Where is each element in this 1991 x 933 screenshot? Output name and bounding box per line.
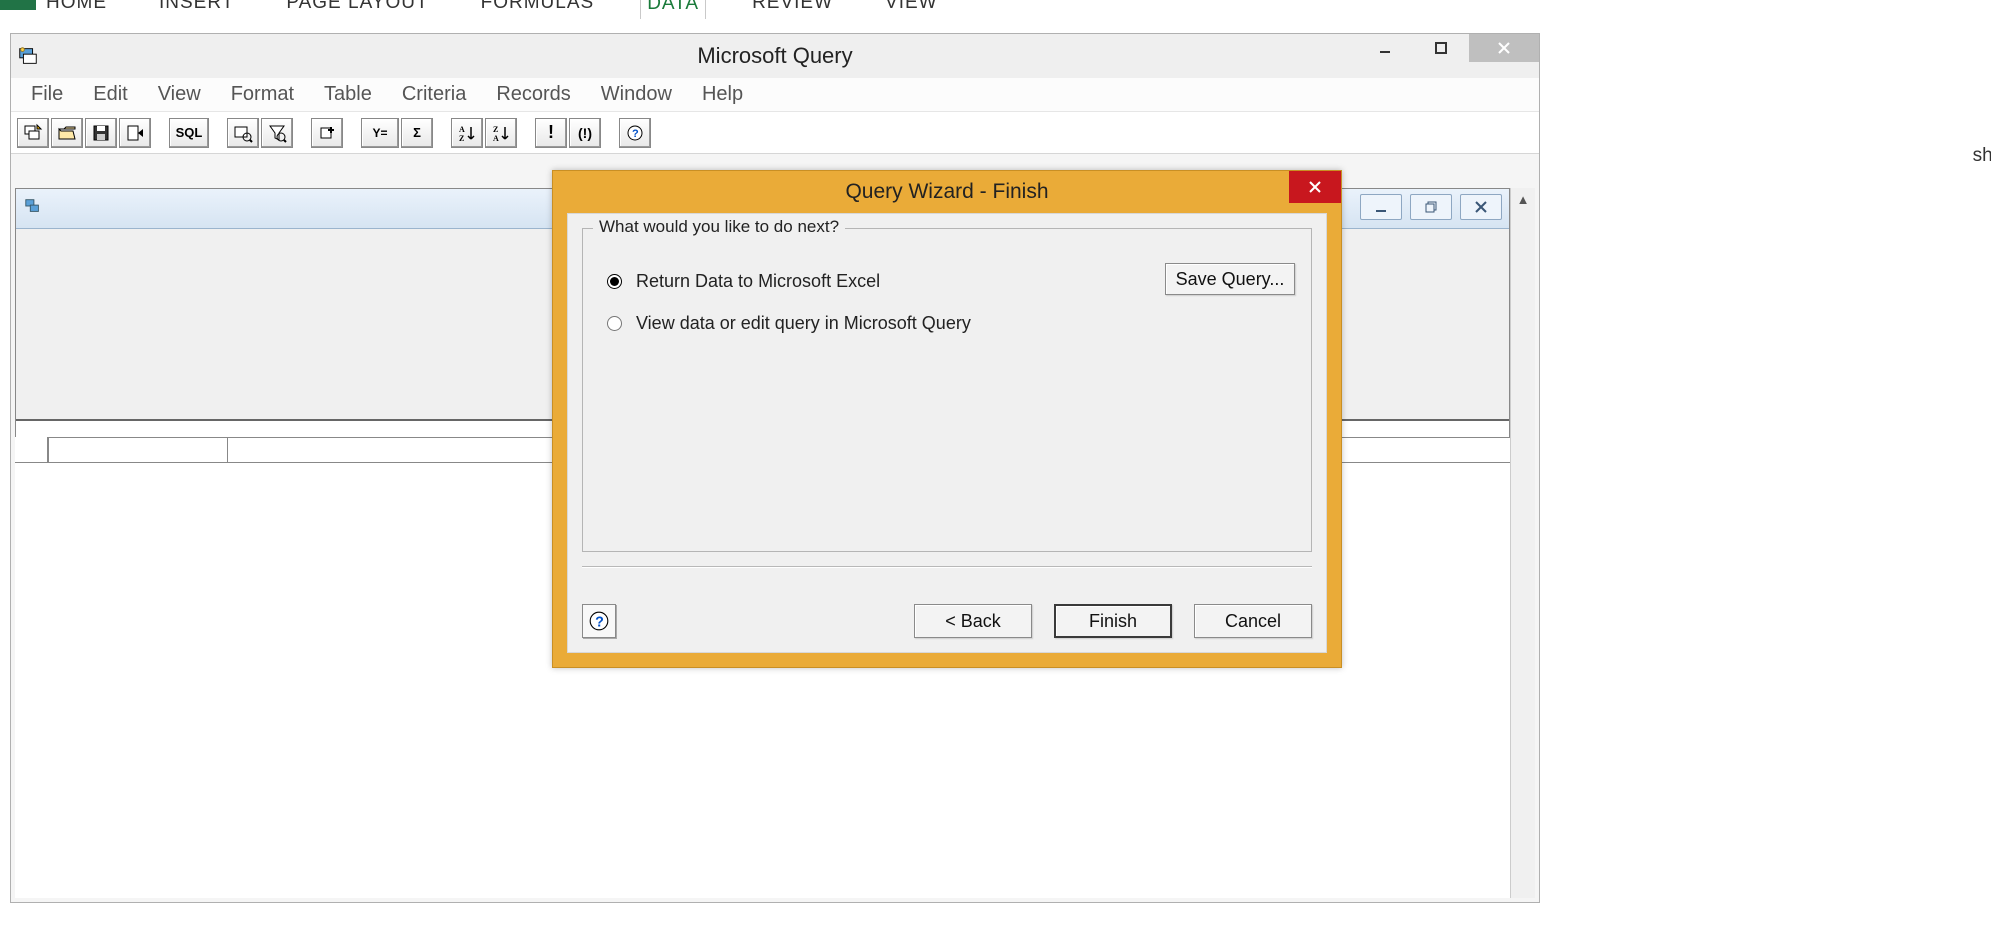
- toolbar-query-now-icon[interactable]: !: [535, 118, 567, 148]
- toolbar-sort-desc-icon[interactable]: ZA: [485, 118, 517, 148]
- wizard-titlebar[interactable]: Query Wizard - Finish: [553, 171, 1341, 213]
- wizard-separator: [582, 566, 1312, 568]
- wizard-help-button[interactable]: ?: [582, 604, 616, 638]
- query-data-cell[interactable]: [48, 437, 228, 462]
- msquery-title: Microsoft Query: [11, 43, 1539, 69]
- wizard-groupbox: What would you like to do next? Return D…: [582, 228, 1312, 552]
- wizard-close-button[interactable]: [1289, 171, 1341, 203]
- svg-text:Z: Z: [493, 125, 498, 134]
- msquery-titlebar[interactable]: Microsoft Query: [11, 34, 1539, 78]
- toolbar-criteria-equals-icon[interactable]: Y=: [361, 118, 399, 148]
- finish-button[interactable]: Finish: [1054, 604, 1172, 638]
- menu-edit[interactable]: Edit: [87, 81, 133, 108]
- radio-view-edit[interactable]: View data or edit query in Microsoft Que…: [607, 313, 971, 334]
- cancel-button[interactable]: Cancel: [1194, 604, 1312, 638]
- background-text-fragment: ships: [1973, 145, 1991, 167]
- excel-file-tab-green[interactable]: [0, 0, 36, 10]
- excel-tab-data[interactable]: DATA: [640, 0, 706, 19]
- toolbar-auto-query-icon[interactable]: (!): [569, 118, 601, 148]
- toolbar-show-criteria-icon[interactable]: [261, 118, 293, 148]
- menu-records[interactable]: Records: [490, 81, 576, 108]
- radio-return-data-label: Return Data to Microsoft Excel: [636, 271, 880, 292]
- toolbar-return-data-icon[interactable]: [119, 118, 151, 148]
- back-button[interactable]: < Back: [914, 604, 1032, 638]
- toolbar-new-query-icon[interactable]: [17, 118, 49, 148]
- menu-view[interactable]: View: [152, 81, 207, 108]
- menu-window[interactable]: Window: [595, 81, 678, 108]
- query-wizard-dialog: Query Wizard - Finish What would you lik…: [552, 170, 1342, 668]
- query-child-icon: [24, 197, 42, 220]
- menu-help[interactable]: Help: [696, 81, 749, 108]
- child-minimize-button[interactable]: [1360, 194, 1402, 220]
- scroll-up-icon[interactable]: ▲: [1512, 188, 1535, 211]
- excel-tab-review[interactable]: REVIEW: [746, 0, 839, 18]
- excel-tab-view[interactable]: VIEW: [879, 0, 944, 18]
- msquery-menubar: File Edit View Format Table Criteria Rec…: [11, 78, 1539, 112]
- svg-text:?: ?: [632, 128, 639, 140]
- vertical-scrollbar[interactable]: ▲: [1510, 188, 1535, 898]
- toolbar-sort-asc-icon[interactable]: AZ: [451, 118, 483, 148]
- menu-criteria[interactable]: Criteria: [396, 81, 472, 108]
- excel-tab-home[interactable]: HOME: [40, 0, 113, 18]
- save-query-button[interactable]: Save Query...: [1165, 263, 1295, 295]
- radio-return-data[interactable]: Return Data to Microsoft Excel: [607, 271, 880, 292]
- excel-tab-formulas[interactable]: FORMULAS: [475, 0, 601, 18]
- toolbar-save-icon[interactable]: [85, 118, 117, 148]
- radio-return-data-input[interactable]: [607, 274, 622, 289]
- menu-format[interactable]: Format: [225, 81, 300, 108]
- wizard-title-text: Query Wizard - Finish: [845, 180, 1048, 204]
- svg-text:A: A: [493, 134, 499, 143]
- radio-view-edit-label: View data or edit query in Microsoft Que…: [636, 313, 971, 334]
- menu-table[interactable]: Table: [318, 81, 378, 108]
- toolbar-add-table-icon[interactable]: [311, 118, 343, 148]
- svg-text:Z: Z: [459, 134, 464, 143]
- toolbar-show-tables-icon[interactable]: [227, 118, 259, 148]
- minimize-button[interactable]: [1357, 34, 1413, 62]
- radio-view-edit-input[interactable]: [607, 316, 622, 331]
- menu-file[interactable]: File: [25, 81, 69, 108]
- child-close-button[interactable]: [1460, 194, 1502, 220]
- toolbar-totals-sigma-icon[interactable]: Σ: [401, 118, 433, 148]
- msquery-toolbar: SQL Y= Σ AZ ZA ! (!) ?: [11, 112, 1539, 154]
- maximize-button[interactable]: [1413, 34, 1469, 62]
- close-button[interactable]: [1469, 34, 1539, 62]
- wizard-group-label: What would you like to do next?: [593, 217, 845, 237]
- child-restore-button[interactable]: [1410, 194, 1452, 220]
- toolbar-sql-icon[interactable]: SQL: [169, 118, 209, 148]
- svg-text:?: ?: [595, 615, 604, 631]
- toolbar-open-icon[interactable]: [51, 118, 83, 148]
- toolbar-help-icon[interactable]: ?: [619, 118, 651, 148]
- svg-text:A: A: [459, 125, 465, 134]
- excel-tab-insert[interactable]: INSERT: [153, 0, 240, 18]
- excel-tab-page-layout[interactable]: PAGE LAYOUT: [280, 0, 434, 18]
- query-row-header[interactable]: [15, 437, 48, 462]
- wizard-body: What would you like to do next? Return D…: [567, 213, 1327, 653]
